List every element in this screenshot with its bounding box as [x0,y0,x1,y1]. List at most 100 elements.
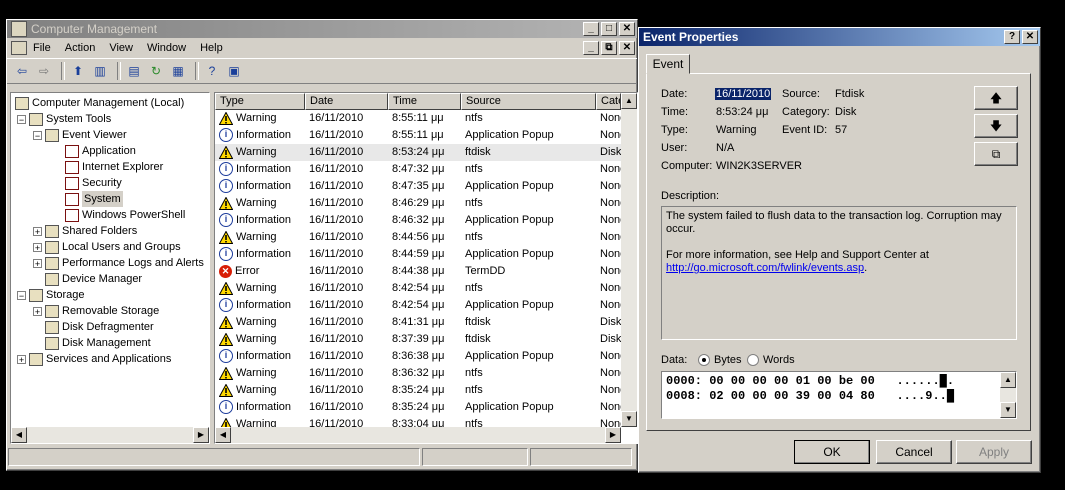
table-row[interactable]: Warning 16/11/2010 8:35:24 μμ ntfs None [215,382,625,399]
menu-view[interactable]: View [109,42,133,54]
tree-node[interactable]: Application [65,143,136,159]
tree-node[interactable]: System Tools [29,111,111,127]
properties-icon[interactable]: ▤ [125,62,143,80]
tree-expander[interactable]: + [33,227,42,237]
props-close-button[interactable]: ✕ [1022,30,1038,44]
tree-expander[interactable]: + [17,355,26,365]
copy-button[interactable]: ⧉ [974,142,1018,166]
table-row[interactable]: ✕Error 16/11/2010 8:44:38 μμ TermDD None [215,263,625,280]
table-row[interactable]: i Information 16/11/2010 8:44:59 μμ Applicat… [215,246,625,263]
menu-action[interactable]: Action [65,42,96,54]
table-row[interactable]: Warning 16/11/2010 8:46:29 μμ ntfs None [215,195,625,212]
bytes-radio[interactable]: Bytes [698,354,742,367]
tree-node[interactable]: Windows PowerShell [65,207,185,223]
refresh-icon[interactable]: ↻ [147,62,165,80]
col-header-source[interactable]: Source [461,93,596,110]
tree-node[interactable]: System [65,191,123,207]
table-row[interactable]: i Information 16/11/2010 8:55:11 μμ Applicat… [215,127,625,144]
hex-scroll-up-button[interactable]: ▲ [1000,372,1016,388]
child-restore-button[interactable]: ⧉ [601,41,617,55]
description-box[interactable]: The system failed to flush data to the t… [661,206,1017,340]
tree-expander[interactable]: − [17,115,26,125]
cancel-button[interactable]: Cancel [876,440,952,464]
tree-node[interactable]: Event Viewer [45,127,127,143]
tree-node[interactable]: Computer Management (Local) [15,95,184,111]
tree-node[interactable]: Disk Management [45,335,151,351]
up-folder-icon[interactable]: ⬆ [69,62,87,80]
list-scroll-left-button[interactable]: ◀ [215,427,231,443]
hex-vscrollbar[interactable]: ▲ ▼ [1000,372,1016,418]
table-row[interactable]: i Information 16/11/2010 8:36:38 μμ Applicat… [215,348,625,365]
scroll-right-button[interactable]: ▶ [193,427,209,443]
list-vscrollbar[interactable]: ▲ ▼ [621,93,637,427]
tree-expander[interactable]: + [33,243,42,253]
forward-arrow-icon[interactable]: ⇨ [35,62,53,80]
table-row[interactable]: iInformation 16/11/2010 8:47:32 μμ ntfs None [215,161,625,178]
cell-date: 16/11/2010 [309,146,364,158]
tree-node[interactable]: Removable Storage [45,303,159,319]
tree-node[interactable]: Performance Logs and Alerts [45,255,204,271]
tree-node[interactable]: Storage [29,287,85,303]
help-link[interactable]: http://go.microsoft.com/fwlink/events.as… [666,262,864,274]
help-icon[interactable]: ? [203,62,221,80]
tree-node[interactable]: Disk Defragmenter [45,319,154,335]
next-event-button[interactable]: 🡇 [974,114,1018,138]
table-row[interactable]: Warning 16/11/2010 8:55:11 μμ ntfs None [215,110,625,127]
hex-scroll-down-button[interactable]: ▼ [1000,402,1016,418]
minimize-button[interactable]: _ [583,22,599,36]
cell-source: ntfs [465,367,483,379]
tree-expander[interactable]: + [33,259,42,269]
tree-node[interactable]: Local Users and Groups [45,239,181,255]
scroll-up-button[interactable]: ▲ [621,93,637,109]
child-close-button[interactable]: ✕ [619,41,635,55]
table-row[interactable]: Warning 16/11/2010 8:41:31 μμ ftdisk Disk [215,314,625,331]
table-row[interactable]: i Information 16/11/2010 8:47:35 μμ Applicat… [215,178,625,195]
col-header-category[interactable]: Cate [596,93,621,110]
col-header-type[interactable]: Type [215,93,305,110]
maximize-button[interactable]: □ [601,22,617,36]
table-row[interactable]: Warning 16/11/2010 8:44:56 μμ ntfs None [215,229,625,246]
scroll-left-button[interactable]: ◀ [11,427,27,443]
data-hex-box[interactable]: 0000: 00 00 00 00 01 00 be 00 ......█. 0… [661,371,1017,419]
table-row[interactable]: Warning 16/11/2010 8:37:39 μμ ftdisk Disk [215,331,625,348]
back-arrow-icon[interactable]: ⇦ [13,62,31,80]
tab-event[interactable]: Event [646,54,690,74]
close-button[interactable]: ✕ [619,22,635,36]
list-hscrollbar[interactable]: ◀ ▶ [215,427,621,443]
props-help-button[interactable]: ? [1004,30,1020,44]
show-tree-icon[interactable]: ▥ [91,62,109,80]
export-icon[interactable]: ▦ [169,62,187,80]
tree-hscrollbar[interactable]: ◀ ▶ [11,427,209,443]
tree-expander[interactable]: − [17,291,26,301]
col-header-date[interactable]: Date [305,93,388,110]
words-radio[interactable]: Words [747,354,795,367]
ok-button[interactable]: OK [794,440,870,464]
event-list[interactable]: Type Date Time Source Cate Warning 16/11/… [214,92,638,444]
list-scroll-right-button[interactable]: ▶ [605,427,621,443]
table-row[interactable]: Warning 16/11/2010 8:42:54 μμ ntfs None [215,280,625,297]
console-tree[interactable]: Computer Management (Local) − System Tools… [10,92,210,444]
scroll-down-button[interactable]: ▼ [621,411,637,427]
tree-expander[interactable]: + [33,307,42,317]
tree-node[interactable]: Device Manager [45,271,142,287]
tree-node[interactable]: Shared Folders [45,223,137,239]
col-header-time[interactable]: Time [388,93,461,110]
table-row[interactable]: i Information 16/11/2010 8:46:32 μμ Applicat… [215,212,625,229]
child-minimize-button[interactable]: _ [583,41,599,55]
table-row[interactable]: Warning 16/11/2010 8:53:24 μμ ftdisk Disk [215,144,625,161]
tree-node[interactable]: Internet Explorer [65,159,163,175]
table-row[interactable]: i Information 16/11/2010 8:42:54 μμ Applicat… [215,297,625,314]
cm-titlebar[interactable]: Computer Management _ □ ✕ [7,20,637,38]
apply-button[interactable]: Apply [956,440,1032,464]
tree-node[interactable]: Services and Applications [29,351,171,367]
table-row[interactable]: i Information 16/11/2010 8:35:24 μμ Applicat… [215,399,625,416]
props-titlebar[interactable]: Event Properties ? ✕ [639,28,1040,46]
console-icon[interactable]: ▣ [225,62,243,80]
menu-help[interactable]: Help [200,42,223,54]
previous-event-button[interactable]: 🡅 [974,86,1018,110]
menu-window[interactable]: Window [147,42,186,54]
tree-node[interactable]: Security [65,175,122,191]
menu-file[interactable]: File [33,42,51,54]
tree-expander[interactable]: − [33,131,42,141]
table-row[interactable]: Warning 16/11/2010 8:36:32 μμ ntfs None [215,365,625,382]
